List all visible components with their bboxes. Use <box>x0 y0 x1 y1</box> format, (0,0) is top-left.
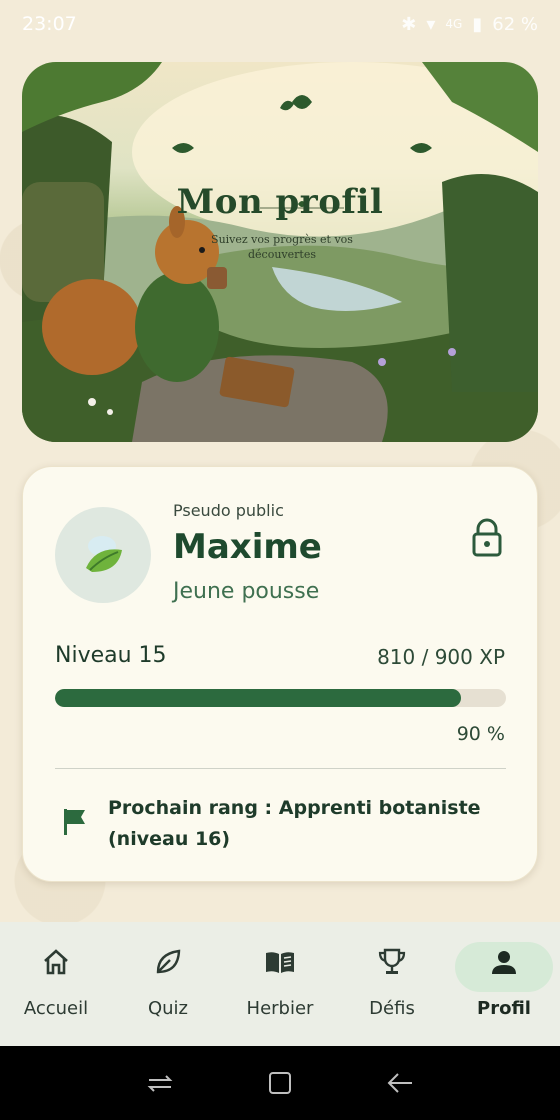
bluetooth-icon: ✱ <box>401 13 417 35</box>
nav-label: Quiz <box>147 998 189 1019</box>
recent-apps-icon[interactable] <box>146 1071 174 1095</box>
bottom-navigation: Accueil Quiz Herbier Défis Profil <box>0 922 560 1046</box>
network-type: 4G <box>445 17 463 31</box>
hero-banner: Mon profil Suivez vos progrès et vos déc… <box>22 62 538 442</box>
status-icons: ✱ ▾ 4G ▮ 62 % <box>401 14 538 35</box>
status-time: 23:07 <box>22 13 77 35</box>
nav-label: Défis <box>369 998 415 1019</box>
nav-label: Profil <box>477 998 531 1019</box>
nav-item-herbier[interactable]: Herbier <box>224 922 336 1046</box>
book-icon <box>266 952 294 973</box>
next-rank: Prochain rang : Apprenti botaniste (nive… <box>108 797 481 850</box>
divider <box>55 768 506 769</box>
system-navigation-bar <box>0 1046 560 1120</box>
progress-percent: 90 % <box>456 723 505 745</box>
leaf-icon <box>156 949 181 974</box>
battery-icon: ▮ <box>472 13 483 35</box>
home-button-icon[interactable] <box>267 1070 293 1096</box>
nav-label: Accueil <box>23 998 89 1019</box>
pseudo-label: Pseudo public <box>173 501 284 520</box>
xp-label: 810 / 900 XP <box>377 645 505 669</box>
wifi-icon: ▾ <box>426 13 436 35</box>
lock-icon[interactable] <box>469 517 505 557</box>
back-icon[interactable] <box>386 1071 414 1095</box>
xp-progress-fill <box>55 689 461 707</box>
profile-card: Pseudo public Maxime Jeune pousse Niveau… <box>22 466 538 882</box>
flag-icon <box>64 809 85 835</box>
trophy-icon <box>378 948 406 974</box>
nav-item-defis[interactable]: Défis <box>336 922 448 1046</box>
sprout-icon <box>86 536 122 572</box>
level-label: Niveau 15 <box>55 643 167 668</box>
nav-item-profil[interactable]: Profil <box>448 922 560 1046</box>
hero-title: Mon profil <box>176 182 384 222</box>
rank-title: Jeune pousse <box>173 579 320 604</box>
person-icon <box>492 951 516 974</box>
xp-progress-bar <box>55 689 506 707</box>
avatar[interactable] <box>55 507 151 603</box>
nav-item-accueil[interactable]: Accueil <box>0 922 112 1046</box>
hero-subtitle: Suivez vos progrès et vos découvertes <box>211 233 353 261</box>
battery-level: 62 % <box>492 13 538 35</box>
nav-label: Herbier <box>246 998 314 1019</box>
username: Maxime <box>173 527 322 567</box>
home-icon <box>44 949 68 975</box>
status-bar: 23:07 ✱ ▾ 4G ▮ 62 % <box>0 0 560 48</box>
nav-item-quiz[interactable]: Quiz <box>112 922 224 1046</box>
